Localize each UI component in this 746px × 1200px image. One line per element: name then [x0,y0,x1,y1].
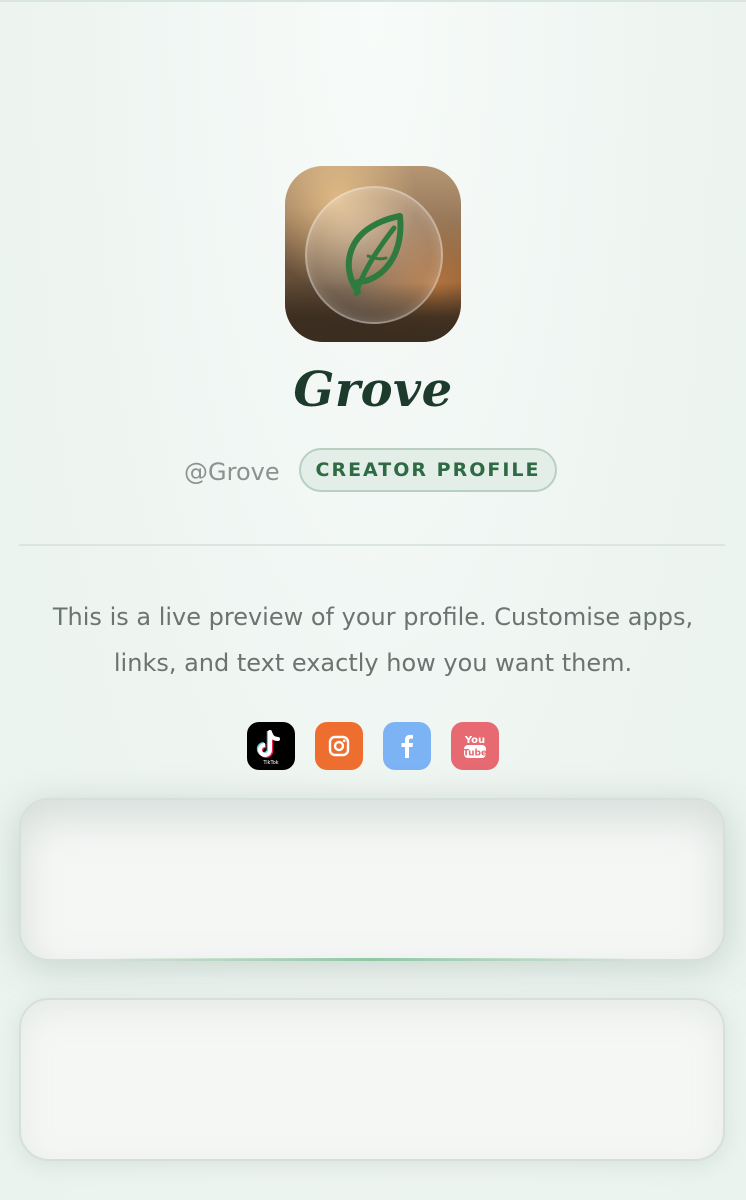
top-rule [0,0,746,2]
profile-handle: @Grove [184,458,280,486]
profile-avatar [285,166,461,342]
facebook-icon [401,734,413,758]
tiktok-link[interactable]: TikTok [247,722,295,770]
youtube-label-top: You [464,735,485,746]
youtube-icon: You Tube [463,735,487,759]
tiktok-label: TikTok [262,760,278,766]
profile-name: Grove [293,362,453,418]
instagram-link[interactable] [315,722,363,770]
youtube-label-bottom: Tube [463,749,487,759]
instagram-icon [328,735,350,757]
profile-bio: This is a live preview of your profile. … [52,603,694,677]
link-card[interactable] [19,998,725,1161]
leaf-icon [345,213,404,296]
link-card[interactable] [19,798,725,961]
social-links: TikTok You Tube [0,722,746,770]
creator-profile-badge: CREATOR PROFILE [299,448,557,492]
tiktok-icon: TikTok [256,730,280,766]
youtube-link[interactable]: You Tube [451,722,499,770]
facebook-link[interactable] [383,722,431,770]
divider [19,544,725,546]
